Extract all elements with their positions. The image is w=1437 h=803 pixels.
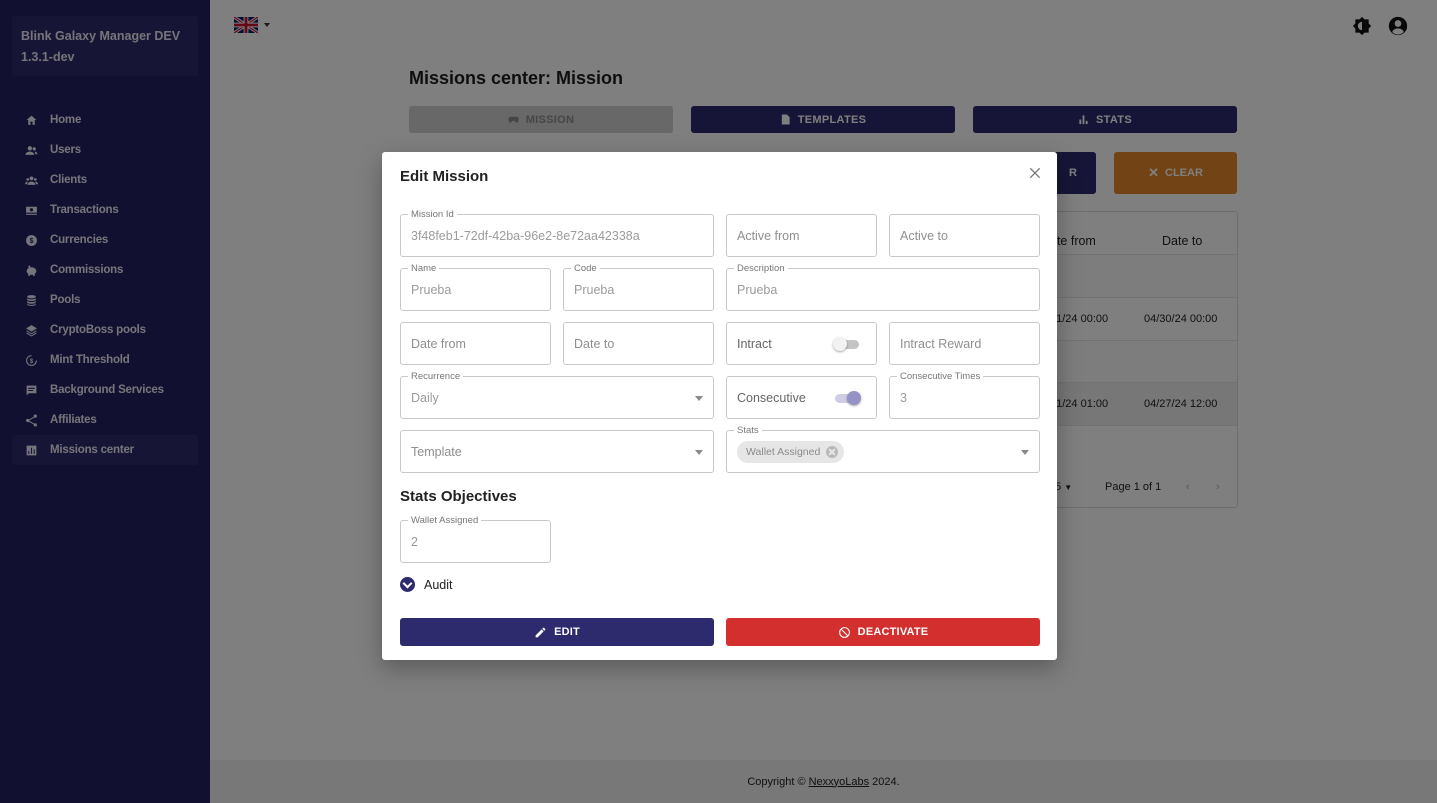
field-placeholder: Date from <box>411 336 466 351</box>
close-icon[interactable] <box>1027 165 1043 181</box>
mission-id-field[interactable]: Mission Id 3f48feb1-72df-42ba-96e2-8e72a… <box>400 209 714 257</box>
edit-mission-dialog: Edit Mission Mission Id 3f48feb1-72df-42… <box>382 152 1057 660</box>
date-from-field[interactable]: Date from <box>400 322 551 365</box>
field-label: Consecutive Times <box>897 371 984 382</box>
recurrence-select[interactable]: Recurrence Daily <box>400 371 714 419</box>
stat-chip: Wallet Assigned <box>737 440 845 463</box>
template-select[interactable]: Template <box>400 430 714 473</box>
chip-label: Wallet Assigned <box>746 445 821 458</box>
edit-button[interactable]: EDIT <box>400 618 714 646</box>
field-label: Recurrence <box>408 371 464 382</box>
chevron-down-icon <box>695 450 703 455</box>
field-label: Stats <box>734 425 762 436</box>
field-label: Name <box>408 263 440 274</box>
deactivate-button[interactable]: DEACTIVATE <box>726 618 1040 646</box>
field-label: Description <box>734 263 788 274</box>
field-placeholder: Date to <box>574 336 615 351</box>
expand-circle-icon <box>400 577 415 592</box>
switch-knob <box>847 391 861 405</box>
field-label: Code <box>571 263 600 274</box>
chevron-down-icon <box>695 396 703 401</box>
intract-switch[interactable] <box>833 337 861 351</box>
intract-reward-field[interactable]: Intract Reward <box>889 322 1040 365</box>
wallet-assigned-objective-field[interactable]: Wallet Assigned 2 <box>400 515 551 563</box>
field-value: Prueba <box>574 282 615 297</box>
edit-button-label: EDIT <box>554 626 580 638</box>
stats-select[interactable]: Stats Wallet Assigned <box>726 425 1040 473</box>
active-from-field[interactable]: Active from <box>726 214 877 257</box>
audit-label: Audit <box>424 577 453 592</box>
field-value: Prueba <box>411 282 452 297</box>
date-to-field[interactable]: Date to <box>563 322 714 365</box>
field-placeholder: Active to <box>900 228 948 243</box>
consecutive-toggle-field: Consecutive <box>726 376 877 419</box>
active-to-field[interactable]: Active to <box>889 214 1040 257</box>
pencil-icon <box>535 627 546 637</box>
consecutive-times-field[interactable]: Consecutive Times 3 <box>889 371 1040 419</box>
consecutive-switch[interactable] <box>833 391 861 405</box>
field-value: 2 <box>411 534 418 549</box>
name-field[interactable]: Name Prueba <box>400 263 551 311</box>
deactivate-button-label: DEACTIVATE <box>857 626 929 638</box>
field-value: 3f48feb1-72df-42ba-96e2-8e72aa42338a <box>411 228 640 243</box>
field-placeholder: Template <box>411 444 462 459</box>
field-label: Wallet Assigned <box>408 515 482 526</box>
audit-toggle[interactable]: Audit <box>400 577 453 592</box>
code-field[interactable]: Code Prueba <box>563 263 714 311</box>
block-icon <box>838 626 850 638</box>
field-value: Daily <box>411 390 439 405</box>
field-placeholder: Active from <box>737 228 800 243</box>
intract-toggle-field: Intract <box>726 322 877 365</box>
field-label: Intract <box>737 336 772 351</box>
field-label: Mission Id <box>408 209 457 220</box>
dialog-title: Edit Mission <box>400 168 489 185</box>
switch-knob <box>833 337 847 351</box>
field-value: 3 <box>900 390 907 405</box>
chip-remove-icon[interactable] <box>826 445 839 458</box>
chevron-down-icon <box>1021 450 1029 455</box>
field-placeholder: Intract Reward <box>900 336 982 351</box>
stats-objectives-title: Stats Objectives <box>400 488 517 505</box>
field-value: Prueba <box>737 282 778 297</box>
field-label: Consecutive <box>737 390 806 405</box>
description-field[interactable]: Description Prueba <box>726 263 1040 311</box>
